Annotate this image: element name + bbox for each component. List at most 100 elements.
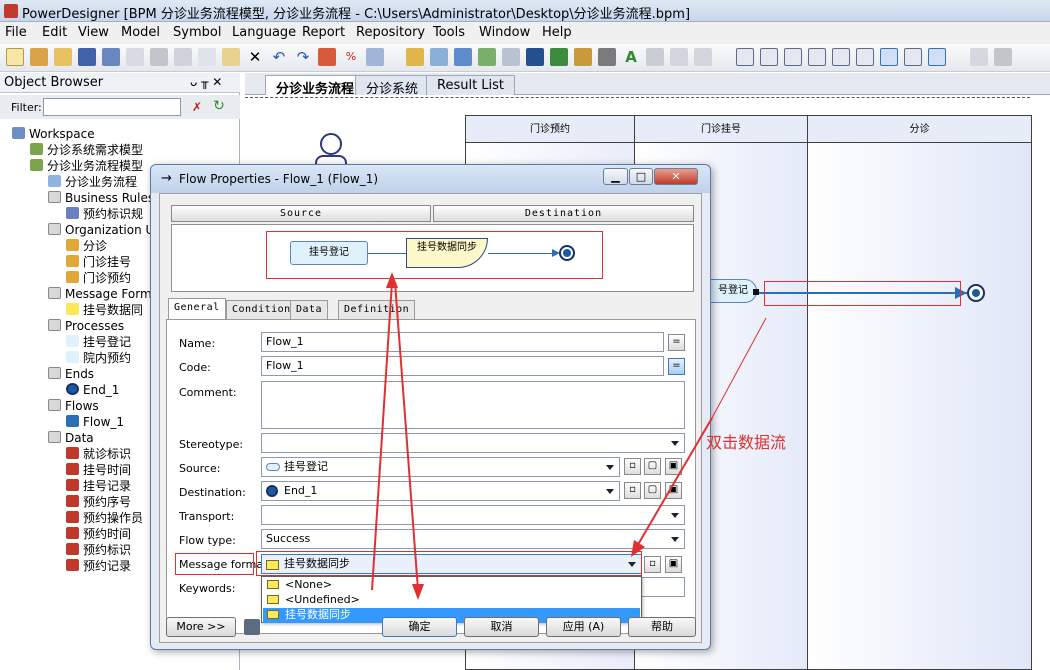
destination-select-button[interactable]: ▢ [644, 482, 661, 499]
code-eq-button[interactable]: = [668, 358, 685, 375]
menu-file[interactable]: File [5, 25, 27, 40]
cut-icon[interactable] [174, 48, 192, 66]
preview-icon[interactable] [970, 48, 988, 66]
tab-business-flow[interactable]: 分诊业务流程 [265, 75, 366, 97]
view-icon-4[interactable] [808, 48, 826, 66]
tab-condition[interactable]: Condition [226, 300, 297, 319]
destination-properties-button[interactable]: ▣ [665, 482, 682, 499]
source-select[interactable]: 挂号登记 [261, 457, 620, 477]
zoom-icon[interactable] [880, 48, 898, 66]
start-icon[interactable] [320, 133, 342, 155]
view-icon-1[interactable] [736, 48, 754, 66]
lane-header-appointment[interactable]: 门诊预约 [465, 115, 635, 143]
menu-tools[interactable]: Tools [433, 25, 465, 40]
delete-icon[interactable]: ✕ [246, 48, 264, 66]
code-input[interactable]: Flow_1 [261, 356, 664, 376]
panel-controls[interactable]: ᴗ ╥ ✕ [190, 75, 222, 89]
source-create-button[interactable]: ▫ [624, 458, 641, 475]
destination-create-button[interactable]: ▫ [624, 482, 641, 499]
menu-help[interactable]: Help [542, 25, 572, 40]
menu-report[interactable]: Report [302, 25, 345, 40]
generate-icon[interactable] [366, 48, 384, 66]
close-button[interactable]: ✕ [654, 168, 698, 185]
tab-triage-system[interactable]: 分诊系统 [355, 75, 430, 97]
view-icon-5[interactable] [832, 48, 850, 66]
menu-language[interactable]: Language [232, 25, 296, 40]
forward-icon[interactable] [694, 48, 712, 66]
lane-header-registration[interactable]: 门诊挂号 [634, 115, 808, 143]
new-project-icon[interactable] [30, 48, 48, 66]
shape-icon[interactable] [526, 48, 544, 66]
comment-textarea[interactable] [261, 381, 685, 429]
new-icon[interactable] [6, 48, 24, 66]
list-icon[interactable] [928, 48, 946, 66]
menu-window[interactable]: Window [479, 25, 530, 40]
font-icon[interactable]: A [622, 48, 640, 66]
cancel-button[interactable]: 取消 [464, 617, 539, 637]
minimize-button[interactable]: ▁ [603, 168, 628, 185]
source-header[interactable]: Source [171, 205, 431, 222]
print-preview-icon[interactable] [126, 48, 144, 66]
tab-general[interactable]: General [168, 298, 226, 319]
more-button[interactable]: More >> [166, 617, 236, 637]
find-icon[interactable] [318, 48, 336, 66]
export-icon[interactable] [454, 48, 472, 66]
tab-definition[interactable]: Definition [338, 300, 416, 319]
pen-icon[interactable] [574, 48, 592, 66]
save-all-icon[interactable] [102, 48, 120, 66]
print-icon[interactable] [150, 48, 168, 66]
comment-icon[interactable] [904, 48, 922, 66]
impact-icon[interactable] [478, 48, 496, 66]
stereotype-select[interactable] [261, 433, 685, 453]
open-icon[interactable] [54, 48, 72, 66]
option-undefined[interactable]: <Undefined> [263, 593, 640, 608]
menu-icon[interactable] [244, 619, 260, 635]
ok-button[interactable]: 确定 [382, 617, 457, 637]
save-icon[interactable] [78, 48, 96, 66]
destination-header[interactable]: Destination [433, 205, 694, 222]
align-icon[interactable] [646, 48, 664, 66]
source-select-button[interactable]: ▢ [644, 458, 661, 475]
undo-icon[interactable]: ↶ [270, 48, 288, 66]
tree-item[interactable]: 分诊系统需求模型 [0, 142, 238, 158]
import-icon[interactable] [430, 48, 448, 66]
transport-select[interactable] [261, 505, 685, 525]
filter-input[interactable] [43, 98, 181, 116]
package-icon[interactable] [406, 48, 424, 66]
tree-item[interactable]: Workspace [0, 126, 238, 142]
view-icon-2[interactable] [760, 48, 778, 66]
menu-model[interactable]: Model [121, 25, 160, 40]
refresh-icon[interactable]: ↻ [212, 99, 226, 113]
tab-result-list[interactable]: Result List [426, 75, 516, 95]
menu-symbol[interactable]: Symbol [173, 25, 221, 40]
copy-icon[interactable] [198, 48, 216, 66]
redo-icon[interactable]: ↷ [294, 48, 312, 66]
check-model-icon[interactable]: % [342, 48, 360, 66]
source-properties-button[interactable]: ▣ [665, 458, 682, 475]
flowtype-select[interactable]: Success [261, 529, 685, 549]
clear-filter-icon[interactable]: ✗ [190, 100, 204, 114]
message-create-button[interactable]: ▫ [644, 556, 661, 573]
message-properties-button[interactable]: ▣ [665, 556, 682, 573]
maximize-button[interactable]: □ [629, 168, 653, 185]
option-none[interactable]: <None> [263, 578, 640, 593]
menu-edit[interactable]: Edit [42, 25, 67, 40]
end-node-icon[interactable] [967, 284, 985, 302]
help-button[interactable]: 帮助 [628, 617, 696, 637]
lane-header-triage[interactable]: 分诊 [807, 115, 1032, 143]
compare-icon[interactable] [502, 48, 520, 66]
symbol-icon[interactable] [550, 48, 568, 66]
paste-icon[interactable] [222, 48, 240, 66]
destination-select[interactable]: End_1 [261, 481, 620, 501]
view-icon-3[interactable] [784, 48, 802, 66]
format-painter-icon[interactable] [598, 48, 616, 66]
apply-button[interactable]: 应用 (A) [546, 617, 621, 637]
print2-icon[interactable] [994, 48, 1012, 66]
name-input[interactable]: Flow_1 [261, 332, 664, 352]
menu-view[interactable]: View [78, 25, 109, 40]
menu-repository[interactable]: Repository [356, 25, 425, 40]
back-icon[interactable] [670, 48, 688, 66]
keywords-input[interactable] [638, 577, 685, 597]
tab-data[interactable]: Data [290, 300, 329, 319]
name-eq-button[interactable]: = [668, 334, 685, 351]
